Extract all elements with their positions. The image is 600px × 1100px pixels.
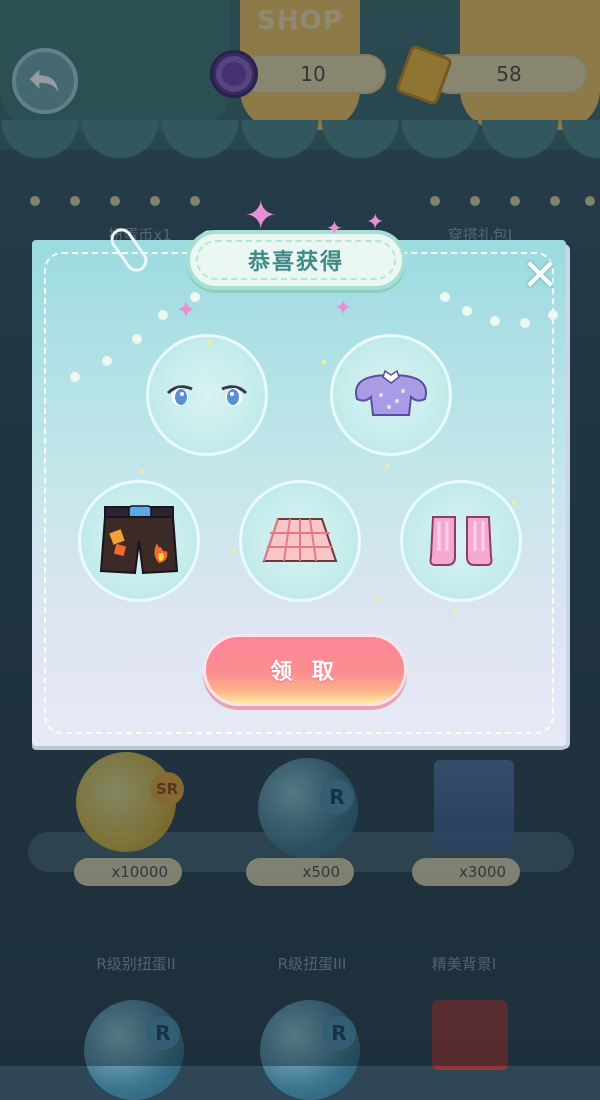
- reward-slot[interactable]: [400, 480, 522, 602]
- sparkle-icon: ✦: [244, 193, 278, 239]
- modal-title-plaque: 恭喜获得: [186, 230, 406, 290]
- sparkle-icon: ✦: [366, 210, 385, 235]
- reward-slot[interactable]: [146, 334, 268, 456]
- pink-socks-icon: [429, 516, 493, 566]
- close-icon: ✕: [521, 250, 559, 301]
- reward-slot[interactable]: [330, 334, 452, 456]
- plaid-skirt-icon: [262, 518, 338, 562]
- sparkle-icon: ✦: [326, 216, 343, 240]
- lavender-blouse-icon: [355, 369, 427, 416]
- claim-button[interactable]: 领 取: [203, 634, 407, 706]
- modal-title: 恭喜获得: [247, 250, 344, 275]
- eyes-icon: [166, 385, 248, 406]
- flame-shorts-icon: [99, 505, 179, 575]
- sparkle-icon: ✦: [334, 296, 353, 321]
- sparkle-icon: ✦: [176, 296, 197, 324]
- reward-slot[interactable]: [239, 480, 361, 602]
- claim-button-label: 领 取: [270, 660, 340, 685]
- close-button[interactable]: ✕: [518, 254, 562, 298]
- reward-slot[interactable]: [78, 480, 200, 602]
